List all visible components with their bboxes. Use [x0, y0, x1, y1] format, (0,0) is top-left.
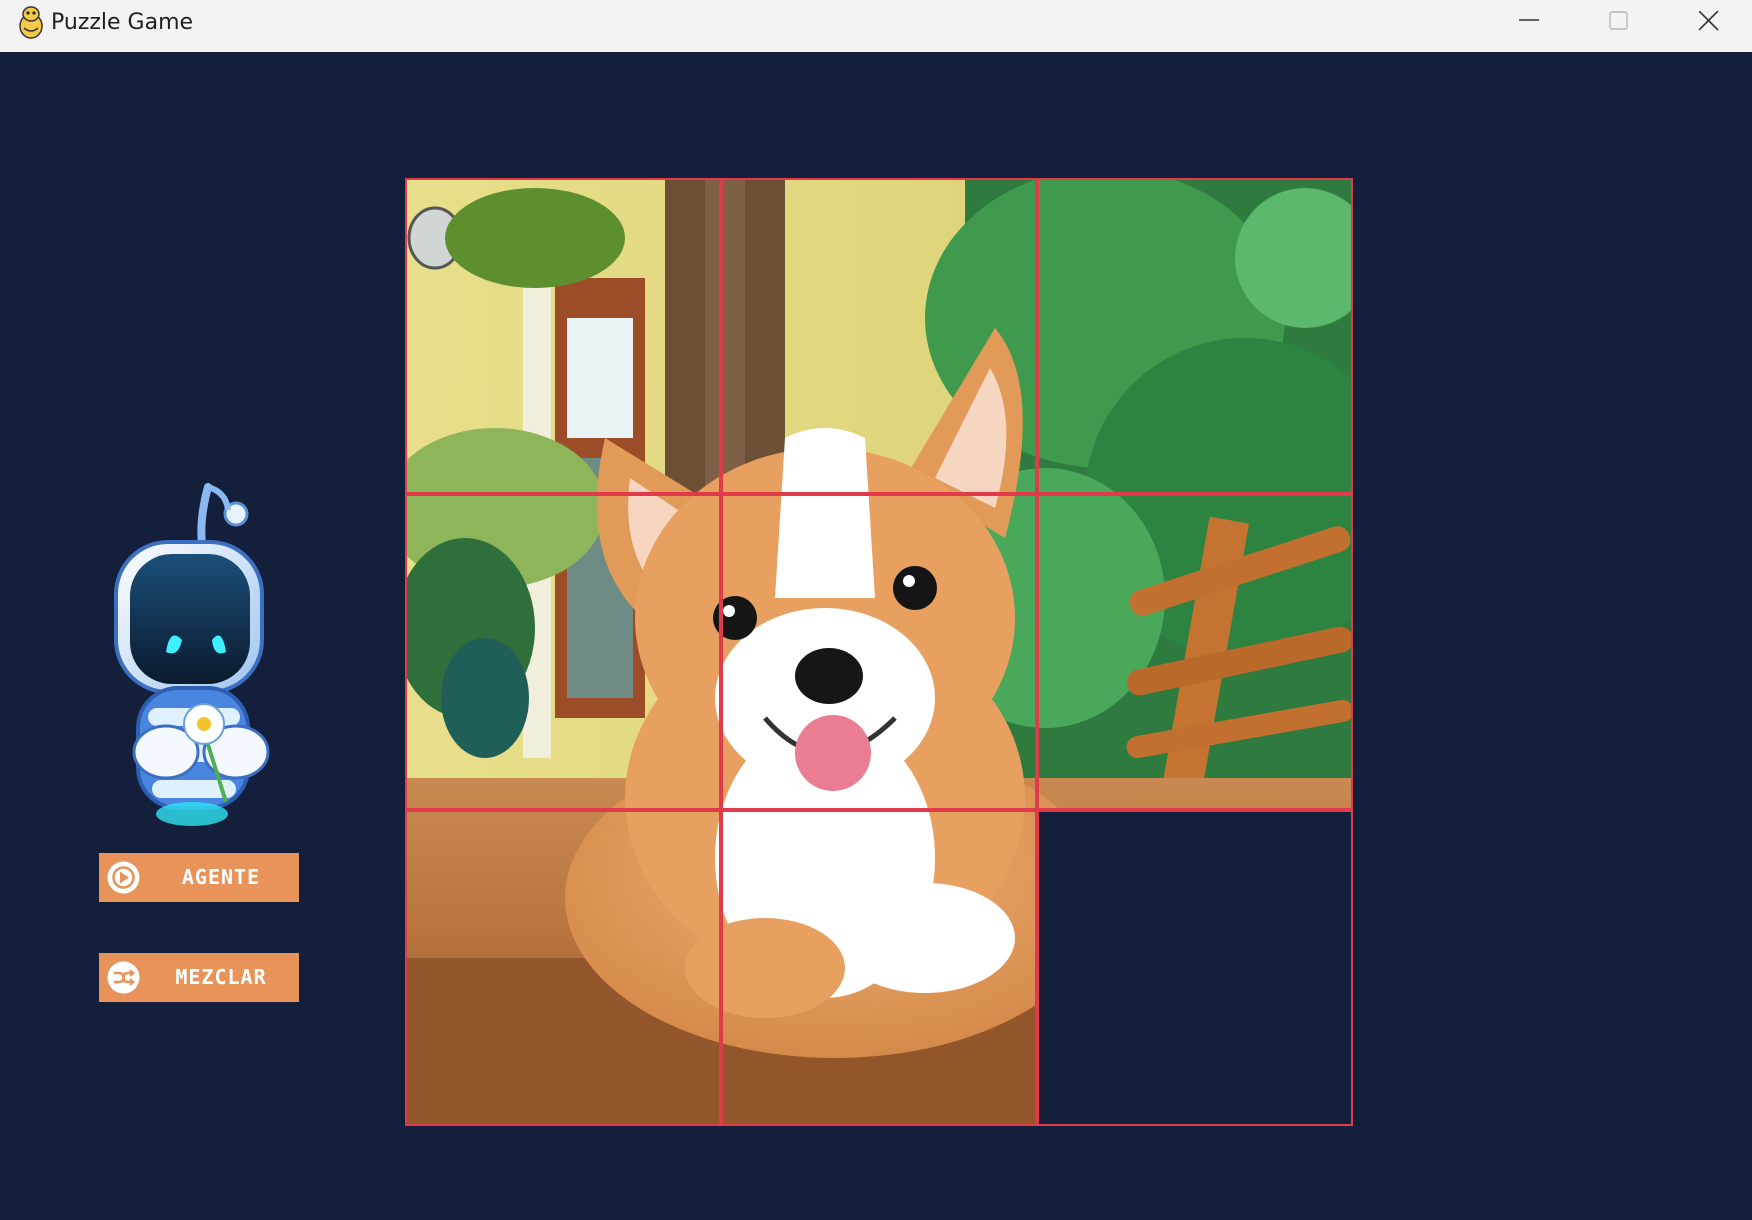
minimize-icon: [1519, 19, 1539, 21]
window-title: Puzzle Game: [51, 10, 194, 35]
corgi-photo-piece: [721, 810, 1037, 1126]
puzzle-tile[interactable]: [721, 178, 1037, 494]
agent-button[interactable]: AGENTE: [99, 853, 299, 902]
puzzle-tile[interactable]: [405, 494, 721, 810]
corgi-photo-piece: [721, 178, 1037, 494]
close-icon: [1699, 11, 1719, 31]
shuffle-icon: [107, 961, 140, 994]
corgi-photo-piece: [1037, 178, 1353, 494]
puzzle-tile[interactable]: [721, 494, 1037, 810]
corgi-photo-piece: [721, 494, 1037, 810]
minimize-button[interactable]: [1484, 0, 1574, 52]
shuffle-button[interactable]: MEZCLAR: [99, 953, 299, 1002]
shuffle-button-label: MEZCLAR: [175, 965, 267, 989]
python-snake-icon: [19, 6, 43, 39]
corgi-photo-piece: [405, 494, 721, 810]
corgi-photo-piece: [405, 178, 721, 494]
agent-button-label: AGENTE: [181, 865, 261, 889]
corgi-photo-piece: [405, 810, 721, 1126]
robot-mascot: [114, 483, 270, 826]
puzzle-tile[interactable]: [1037, 494, 1353, 810]
corgi-photo-piece: [1037, 494, 1353, 810]
maximize-icon: [1609, 11, 1628, 30]
play-icon: [107, 861, 140, 894]
empty-tile-slot[interactable]: [1037, 810, 1353, 1126]
puzzle-tile[interactable]: [405, 178, 721, 494]
puzzle-tile[interactable]: [1037, 178, 1353, 494]
window-titlebar: Puzzle Game: [0, 0, 1752, 53]
maximize-button[interactable]: [1574, 0, 1664, 52]
puzzle-tile[interactable]: [721, 810, 1037, 1126]
puzzle-tile[interactable]: [405, 810, 721, 1126]
puzzle-board: [405, 178, 1354, 1127]
close-button[interactable]: [1664, 0, 1752, 52]
